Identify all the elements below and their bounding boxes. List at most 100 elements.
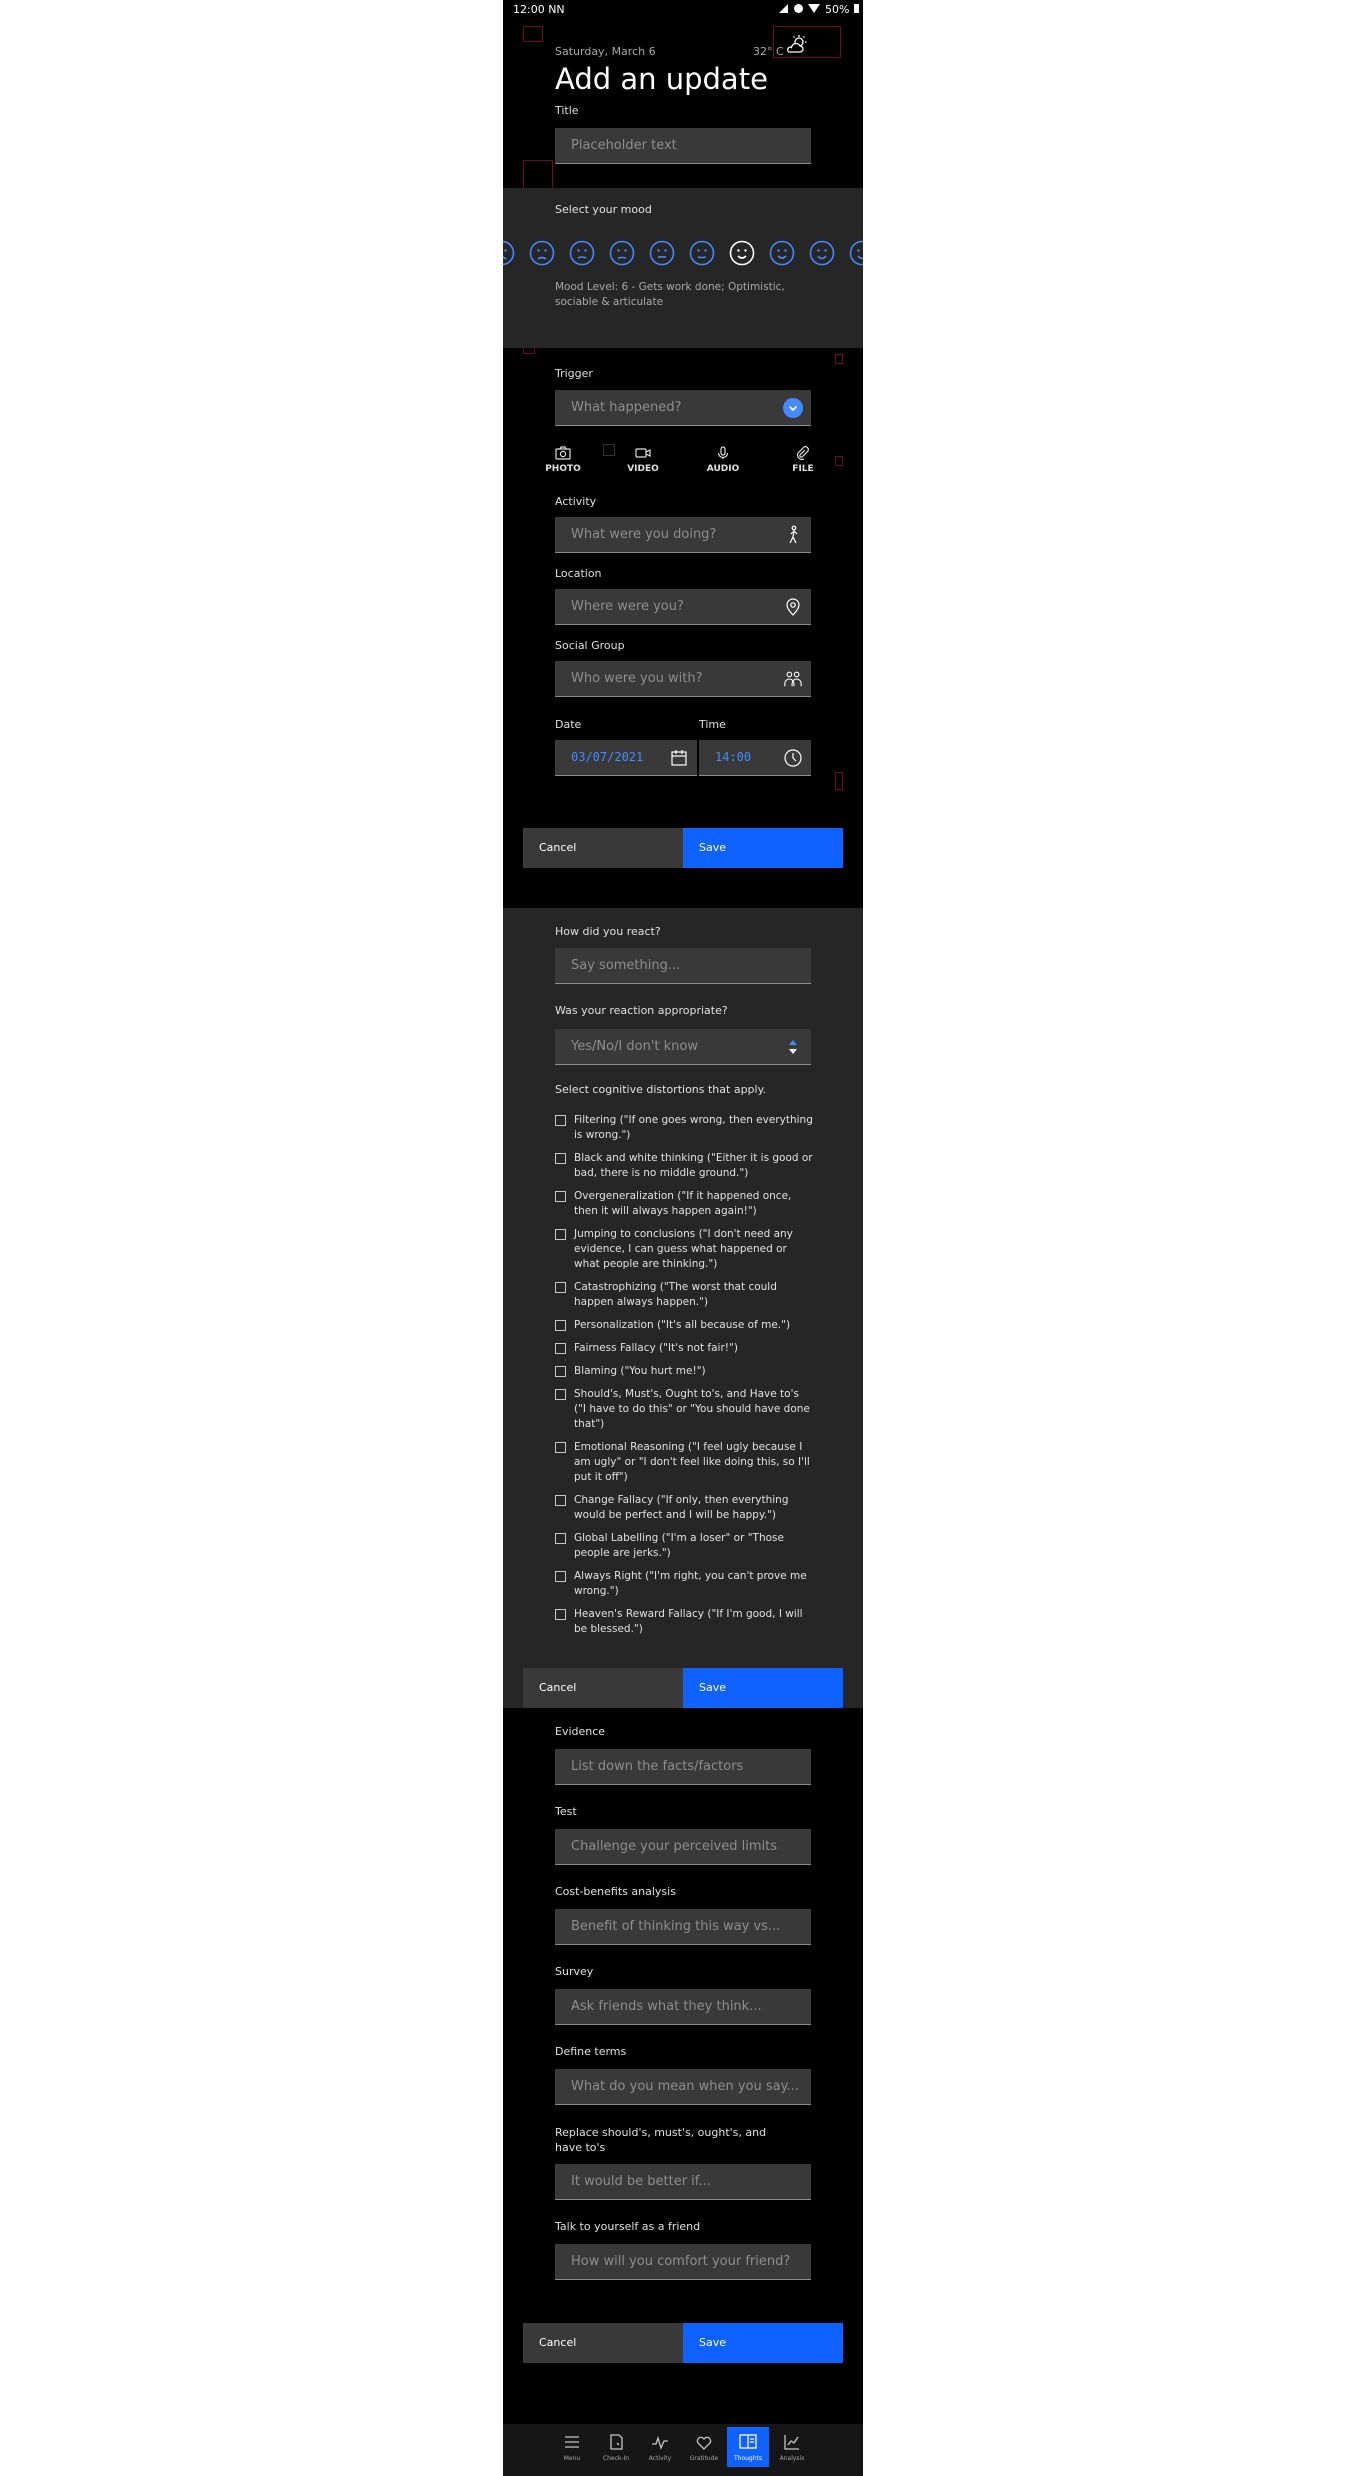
audio-label: AUDIO [706,464,740,474]
mood-face-icon[interactable] [649,240,675,266]
nav-item-analysis[interactable]: Analysis [771,2427,813,2467]
mood-face-icon[interactable] [609,240,635,266]
group-people-icon [784,671,802,687]
cost-benefit-placeholder: Benefit of thinking this way vs... [571,1919,781,1934]
distortion-checkbox[interactable] [555,1442,566,1453]
file-button[interactable]: FILE [783,446,823,474]
mood-face-icon[interactable] [849,240,863,266]
camera-icon [555,446,571,460]
distortion-label: Heaven's Reward Fallacy ("If I'm good, I… [574,1608,803,1635]
distortion-checkbox[interactable] [555,1115,566,1126]
distortion-checkbox[interactable] [555,1571,566,1582]
distortion-checkbox[interactable] [555,1533,566,1544]
location-pin-icon [786,598,800,616]
replace-shoulds-input[interactable]: It would be better if... [555,2164,811,2200]
chevron-down-icon[interactable] [783,398,803,418]
status-time: 12:00 NN [513,3,565,16]
appropriate-select[interactable]: Yes/No/I don't know [555,1029,811,1065]
mood-face-icon[interactable] [689,240,715,266]
cancel-button[interactable]: Cancel [523,2323,683,2363]
distortion-label: Black and white thinking ("Either it is … [574,1152,813,1179]
talk-friend-placeholder: How will you comfort your friend? [571,2254,791,2269]
date-label: Date [555,718,582,731]
activity-pulse-icon [652,2435,668,2450]
mood-face-icon[interactable] [529,240,555,266]
distortion-checkbox[interactable] [555,1229,566,1240]
nav-item-check-in[interactable]: Check-In [595,2427,637,2467]
save-button[interactable]: Save [683,828,843,868]
mood-face-icon[interactable] [769,240,795,266]
survey-input[interactable]: Ask friends what they think... [555,1989,811,2025]
define-terms-placeholder: What do you mean when you say... [571,2079,799,2094]
trigger-placeholder: What happened? [571,400,682,415]
battery-icon [854,4,859,13]
distortion-label: Catastrophizing ("The worst that could h… [574,1281,777,1308]
nav-item-gratitude[interactable]: Gratitude [683,2427,725,2467]
title-placeholder: Placeholder text [571,138,677,153]
location-placeholder: Where were you? [571,599,684,614]
mood-label: Select your mood [555,203,652,216]
trigger-select[interactable]: What happened? [555,390,811,426]
photo-button[interactable]: PHOTO [543,446,583,474]
nav-item-thoughts[interactable]: Thoughts [727,2427,769,2467]
paperclip-icon [796,446,809,460]
distortion-checkbox[interactable] [555,1609,566,1620]
distortion-label: Personalization ("It's all because of me… [574,1319,791,1331]
nav-item-activity[interactable]: Activity [639,2427,681,2467]
appropriate-label: Was your reaction appropriate? [555,1004,728,1017]
calendar-icon[interactable] [669,748,689,768]
dnd-icon [794,4,803,13]
activity-input[interactable]: What were you doing? [555,517,811,553]
mood-face-icon[interactable] [569,240,595,266]
distortion-label: Overgeneralization ("If it happened once… [574,1190,792,1217]
distortion-checkbox[interactable] [555,1495,566,1506]
cancel-button[interactable]: Cancel [523,828,683,868]
date-input[interactable]: 03/07/2021 [555,740,697,776]
check-in-icon [610,2434,623,2450]
distortion-checkbox[interactable] [555,1320,566,1331]
distortion-checkbox[interactable] [555,1153,566,1164]
save-button[interactable]: Save [683,2323,843,2363]
video-icon [635,448,651,458]
evidence-placeholder: List down the facts/factors [571,1759,744,1774]
analysis-chart-icon [784,2435,799,2450]
reaction-input[interactable]: Say something... [555,948,811,984]
cancel-label: Cancel [539,1681,577,1694]
layout-guide [603,444,615,456]
define-terms-input[interactable]: What do you mean when you say... [555,2069,811,2105]
evidence-input[interactable]: List down the facts/factors [555,1749,811,1785]
distortion-checkbox[interactable] [555,1366,566,1377]
distortion-checkbox[interactable] [555,1343,566,1354]
distortion-label: Global Labelling ("I'm a loser" or "Thos… [574,1532,784,1559]
video-button[interactable]: VIDEO [623,446,663,474]
save-button[interactable]: Save [683,1668,843,1708]
talk-friend-input[interactable]: How will you comfort your friend? [555,2244,811,2280]
mood-face-icon-selected[interactable] [729,240,755,266]
distortion-checkbox[interactable] [555,1282,566,1293]
microphone-icon [717,446,729,459]
mood-face-icon[interactable] [503,240,515,266]
nav-label: Check-In [602,2455,630,2462]
save-label: Save [699,1681,727,1694]
survey-placeholder: Ask friends what they think... [571,1999,762,2014]
distortion-label: Always Right ("I'm right, you can't prov… [574,1570,807,1597]
nav-item-menu[interactable]: Menu [551,2427,593,2467]
clock-icon[interactable] [783,748,803,768]
time-input[interactable]: 14:00 [699,740,811,776]
heart-icon [696,2436,712,2450]
cost-benefit-input[interactable]: Benefit of thinking this way vs... [555,1909,811,1945]
distortion-checkbox[interactable] [555,1191,566,1202]
social-group-input[interactable]: Who were you with? [555,661,811,697]
cancel-button[interactable]: Cancel [523,1668,683,1708]
nav-label: Thoughts [733,2455,763,2462]
nav-label: Analysis [779,2455,805,2462]
distortion-checkbox[interactable] [555,1389,566,1400]
title-input[interactable]: Placeholder text [555,128,811,164]
phone-screen: 12:00 NN 50% Saturday, March 6 32° C Add… [503,0,863,2476]
location-input[interactable]: Where were you? [555,589,811,625]
mood-face-icon[interactable] [809,240,835,266]
social-group-label: Social Group [555,639,625,652]
audio-button[interactable]: AUDIO [703,446,743,474]
test-input[interactable]: Challenge your perceived limits [555,1829,811,1865]
form-actions-2: Cancel Save [523,1668,843,1708]
